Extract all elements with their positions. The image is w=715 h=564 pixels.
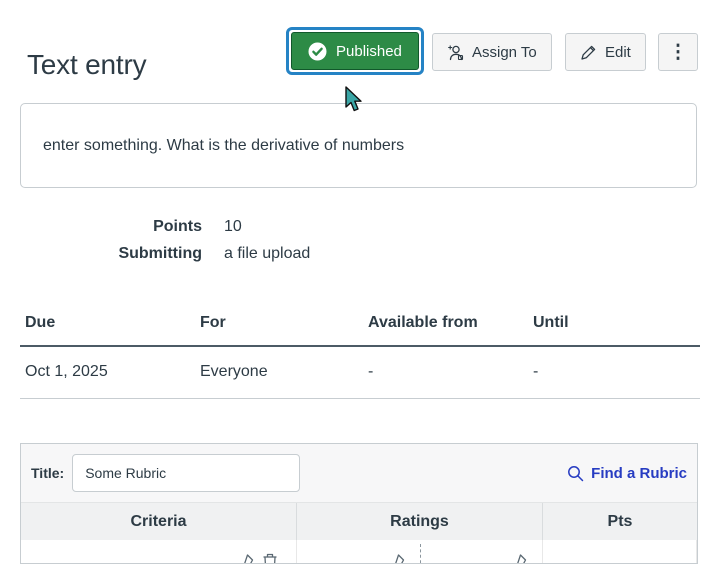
published-button-focus-ring: Published — [286, 27, 424, 75]
rating-split-dashed-divider — [420, 544, 421, 563]
assignment-description-text: enter something. What is the derivative … — [43, 136, 405, 154]
rubric-title-label: Title: — [31, 465, 65, 481]
pencil-icon — [580, 44, 597, 61]
rubric-table-header: Criteria Ratings Pts — [21, 503, 697, 540]
find-a-rubric-link[interactable]: Find a Rubric — [567, 465, 687, 482]
published-button-label: Published — [336, 42, 402, 60]
page-title: Text entry — [27, 48, 147, 80]
assignment-details: Points 10 Submitting a file upload — [20, 218, 310, 263]
rubric-container: Title: Find a Rubric Criteria Ratings Pt… — [20, 443, 698, 564]
for-value: Everyone — [200, 363, 268, 380]
kebab-icon: ⋮ — [668, 41, 688, 63]
assign-to-label: Assign To — [472, 43, 537, 61]
submitting-label: Submitting — [118, 245, 202, 262]
rubric-col-criteria: Criteria — [21, 503, 297, 540]
find-a-rubric-label: Find a Rubric — [591, 464, 687, 482]
points-value: 10 — [224, 218, 242, 235]
due-date-value: Oct 1, 2025 — [25, 363, 108, 380]
dates-table-header: Due For Available from Until — [20, 314, 700, 347]
available-from-value: - — [368, 363, 374, 380]
until-value: - — [533, 363, 539, 380]
check-circle-icon — [308, 42, 327, 61]
rubric-title-bar: Title: Find a Rubric — [21, 444, 697, 503]
dates-col-available-from: Available from — [368, 314, 478, 331]
dates-col-for: For — [200, 314, 226, 331]
published-button[interactable]: Published — [291, 32, 419, 70]
rubric-col-ratings: Ratings — [297, 503, 543, 540]
edit-rating-pencil-icon[interactable] — [513, 553, 528, 563]
rubric-pts-cell — [543, 540, 697, 563]
search-icon — [567, 465, 584, 482]
more-options-kebab-button[interactable]: ⋮ — [658, 33, 698, 71]
edit-button[interactable]: Edit — [565, 33, 646, 71]
edit-criterion-pencil-icon[interactable] — [240, 553, 255, 563]
delete-criterion-trash-icon[interactable] — [262, 553, 278, 563]
edit-label: Edit — [605, 43, 631, 61]
assign-user-icon — [447, 44, 464, 61]
dates-col-due: Due — [25, 314, 56, 331]
assign-to-button[interactable]: Assign To — [432, 33, 552, 71]
rubric-title-input[interactable] — [72, 454, 301, 492]
rubric-table-body-row — [21, 540, 697, 563]
dates-table-row: Oct 1, 2025 Everyone - - — [20, 347, 700, 399]
assignment-page: Text entry Published Assign To Edit ⋮ en… — [0, 0, 715, 564]
rubric-col-pts: Pts — [607, 513, 633, 530]
mouse-cursor — [344, 86, 366, 119]
points-label: Points — [153, 218, 202, 235]
rubric-criteria-cell — [21, 540, 297, 563]
dates-col-until: Until — [533, 314, 569, 331]
submitting-value: a file upload — [224, 245, 311, 262]
dates-table: Due For Available from Until Oct 1, 2025… — [20, 314, 700, 399]
edit-rating-pencil-icon[interactable] — [391, 553, 406, 563]
